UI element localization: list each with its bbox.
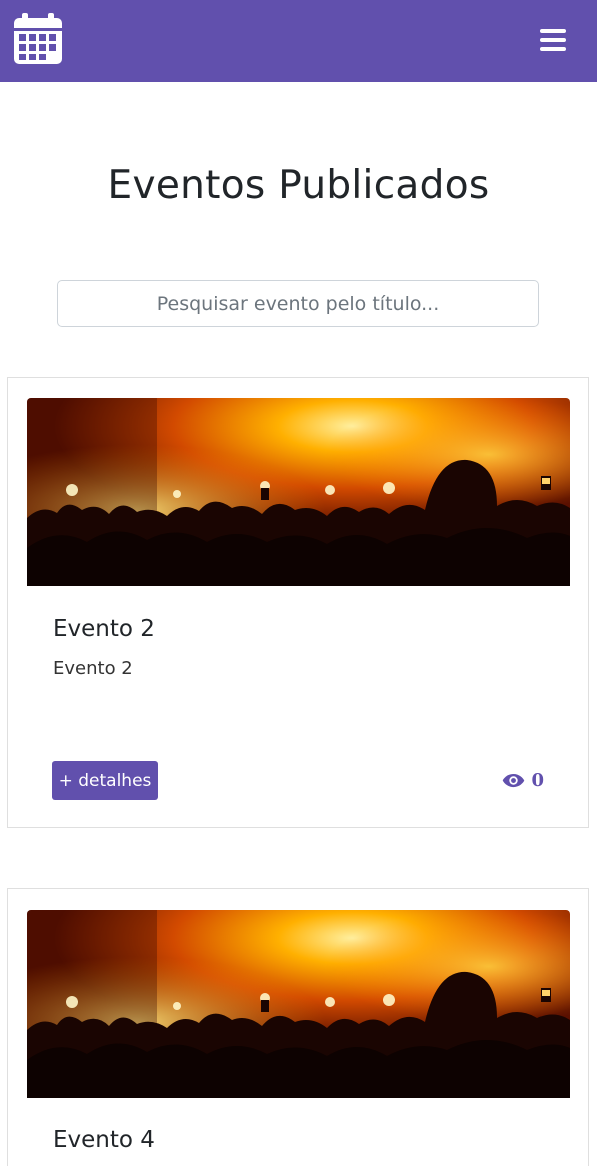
calendar-icon[interactable] (14, 13, 62, 64)
event-image (27, 398, 570, 586)
event-image (27, 910, 570, 1098)
details-button[interactable]: + detalhes (52, 761, 158, 800)
views-counter: 0 (502, 770, 544, 791)
event-card: Evento 2 Evento 2 + detalhes 0 (7, 377, 589, 828)
event-description: Evento 2 (53, 658, 133, 679)
event-card: Evento 4 (7, 888, 589, 1166)
hamburger-menu-icon[interactable] (540, 29, 566, 51)
event-title: Evento 2 (53, 616, 155, 642)
views-count: 0 (531, 770, 544, 791)
event-title: Evento 4 (53, 1127, 155, 1153)
page-title: Eventos Publicados (107, 163, 490, 208)
search-input[interactable] (57, 280, 539, 327)
eye-icon (502, 773, 525, 788)
navbar (0, 0, 597, 82)
